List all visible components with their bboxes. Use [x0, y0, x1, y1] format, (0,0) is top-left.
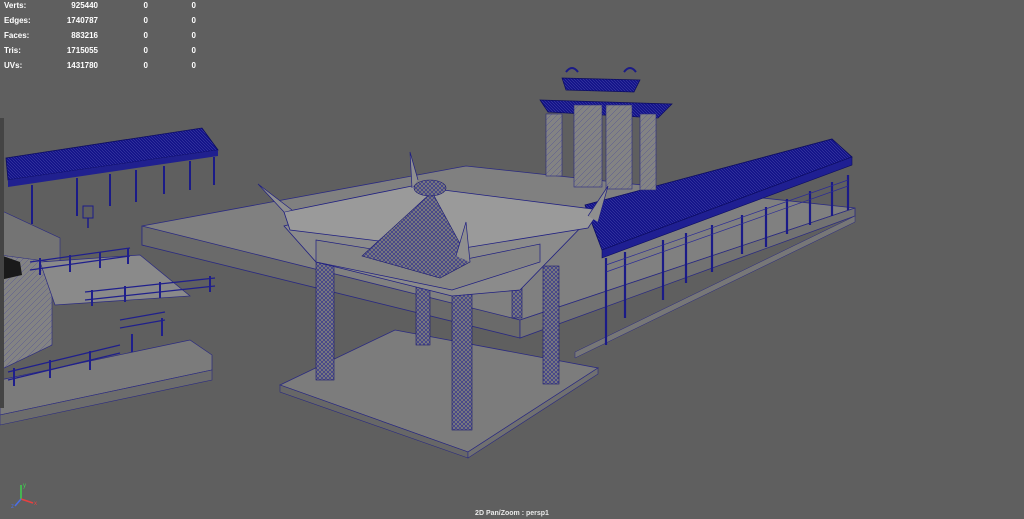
- hud-total: 1431780: [66, 61, 98, 70]
- hud-label: Verts:: [4, 1, 27, 10]
- hud-tris: 0: [191, 16, 196, 25]
- axis-y-label: y: [23, 483, 26, 489]
- hud-selected: 0: [143, 16, 148, 25]
- left-corridor: [5, 127, 219, 228]
- axis-z-label: z: [11, 504, 14, 509]
- view-axis-gizmo: y x z: [11, 483, 37, 509]
- camera-status-label: 2D Pan/Zoom : persp1: [475, 510, 549, 517]
- hud-total: 925440: [71, 1, 98, 10]
- hud-row-faces: Faces: 883216 0 0: [0, 30, 200, 45]
- hud-selected: 0: [143, 31, 148, 40]
- hud-tris: 0: [191, 31, 196, 40]
- hud-row-tris: Tris: 1715055 0 0: [0, 45, 200, 60]
- hud-total: 1715055: [66, 46, 98, 55]
- hud-label: Edges:: [4, 16, 31, 25]
- hud-selected: 0: [143, 46, 148, 55]
- hud-total: 1740787: [66, 16, 98, 25]
- axis-z-line: [14, 498, 22, 507]
- hud-row-edges: Edges: 1740787 0 0: [0, 15, 200, 30]
- hud-row-verts: Verts: 925440 0 0: [0, 0, 200, 15]
- gateway-arch: [539, 67, 673, 191]
- hud-tris: 0: [191, 1, 196, 10]
- axis-x-line: [20, 498, 34, 504]
- hud-row-uvs: UVs: 1431780 0 0: [0, 60, 200, 75]
- hud-tris: 0: [191, 46, 196, 55]
- hud-total: 883216: [71, 31, 98, 40]
- 3d-viewport[interactable]: Verts: 925440 0 0 Edges: 1740787 0 0 Fac…: [0, 0, 1024, 519]
- axis-x-label: x: [34, 501, 37, 507]
- hud-label: Faces:: [4, 31, 30, 40]
- hud-selected: 0: [143, 1, 148, 10]
- hud-label: UVs:: [4, 61, 23, 70]
- hud-label: Tris:: [4, 46, 21, 55]
- hud-selected: 0: [143, 61, 148, 70]
- scene-wireframe[interactable]: [0, 0, 1024, 519]
- poly-count-hud: Verts: 925440 0 0 Edges: 1740787 0 0 Fac…: [0, 0, 200, 75]
- viewport-left-edge: [0, 118, 4, 408]
- hud-tris: 0: [191, 61, 196, 70]
